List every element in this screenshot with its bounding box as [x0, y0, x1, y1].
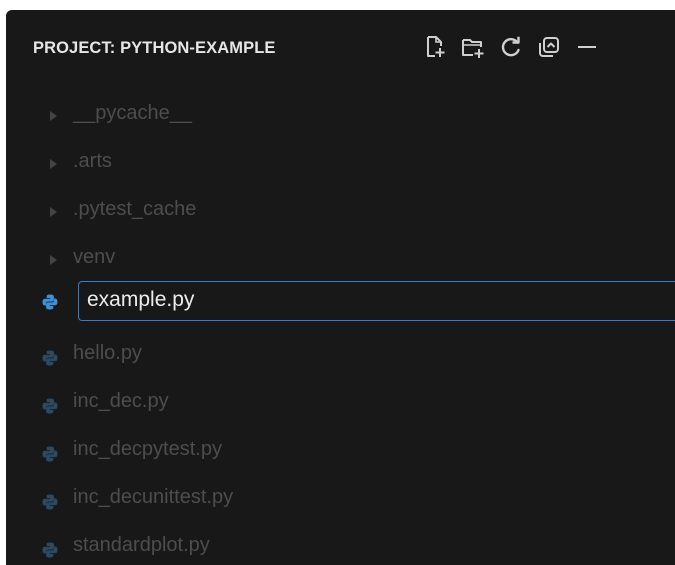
- rename-file-input[interactable]: [78, 281, 675, 321]
- file-tree: __pycache__ .arts .pytest_cache venv exa…: [6, 94, 675, 565]
- explorer-header: PROJECT: PYTHON-EXAMPLE: [6, 10, 675, 80]
- tree-item-file[interactable]: inc_dec.py: [6, 382, 675, 430]
- new-file-button[interactable]: [422, 34, 448, 60]
- new-file-icon: [427, 36, 445, 57]
- collapse-all-icon: [539, 37, 559, 57]
- folder-label: .pytest_cache: [73, 198, 197, 220]
- tree-item-file[interactable]: hello.py: [6, 334, 675, 382]
- python-file-icon: [42, 542, 58, 558]
- folder-label: venv: [73, 246, 116, 268]
- python-file-icon: [42, 494, 58, 510]
- new-folder-button[interactable]: [460, 34, 486, 60]
- python-file-icon: [42, 294, 58, 310]
- tree-item-file[interactable]: standardplot.py: [6, 526, 675, 565]
- chevron-right-icon: [50, 255, 57, 265]
- refresh-icon: [501, 36, 520, 57]
- explorer-title: PROJECT: PYTHON-EXAMPLE: [33, 39, 276, 57]
- tree-item-file[interactable]: inc_decunittest.py: [6, 478, 675, 526]
- file-label: standardplot.py: [73, 534, 210, 556]
- new-folder-icon: [462, 39, 484, 58]
- file-label: inc_decunittest.py: [73, 486, 234, 508]
- explorer-panel: PROJECT: PYTHON-EXAMPLE __pycache__ .art…: [6, 10, 675, 565]
- chevron-right-icon: [50, 159, 57, 169]
- collapse-all-button[interactable]: [536, 34, 562, 60]
- python-file-icon: [42, 350, 58, 366]
- chevron-right-icon: [50, 207, 57, 217]
- file-label: inc_decpytest.py: [73, 438, 222, 460]
- folder-label: __pycache__: [73, 102, 192, 124]
- python-file-icon: [42, 446, 58, 462]
- tree-item-folder[interactable]: .pytest_cache: [6, 190, 675, 238]
- folder-label: .arts: [73, 150, 112, 172]
- tree-item-folder[interactable]: venv: [6, 238, 675, 286]
- tree-item-new-file[interactable]: [6, 281, 675, 334]
- chevron-right-icon: [50, 111, 57, 121]
- file-label: hello.py: [73, 342, 142, 364]
- python-file-icon: [42, 398, 58, 414]
- tree-item-file[interactable]: inc_decpytest.py: [6, 430, 675, 478]
- explorer-actions: [422, 34, 612, 60]
- tree-item-folder[interactable]: .arts: [6, 142, 675, 190]
- file-label: inc_dec.py: [73, 390, 169, 412]
- tree-item-folder[interactable]: __pycache__: [6, 94, 675, 142]
- minimize-icon: [578, 46, 596, 48]
- minimize-button[interactable]: [574, 34, 600, 60]
- refresh-button[interactable]: [498, 34, 524, 60]
